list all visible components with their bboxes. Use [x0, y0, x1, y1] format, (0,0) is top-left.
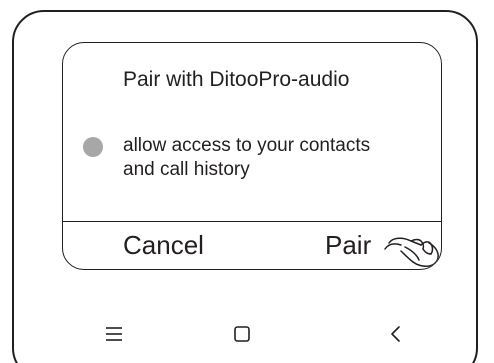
dialog-title: Pair with DitooPro-audio: [123, 68, 350, 91]
permission-line-2: and call history: [123, 159, 250, 180]
dialog-divider: [63, 221, 441, 222]
pair-button[interactable]: Pair: [325, 229, 371, 261]
back-chevron-icon[interactable]: [386, 322, 406, 346]
pair-dialog: Pair with DitooPro-audio allow access to…: [62, 42, 442, 270]
contacts-permission-toggle[interactable]: [83, 137, 103, 157]
menu-icon[interactable]: [104, 322, 124, 346]
permission-line-1: allow access to your contacts: [123, 135, 371, 156]
cancel-button[interactable]: Cancel: [123, 229, 204, 261]
hand-pointer-icon: [384, 237, 439, 267]
contacts-permission-label: allow access to your contacts and call h…: [123, 134, 433, 182]
home-square-icon[interactable]: [232, 322, 252, 346]
